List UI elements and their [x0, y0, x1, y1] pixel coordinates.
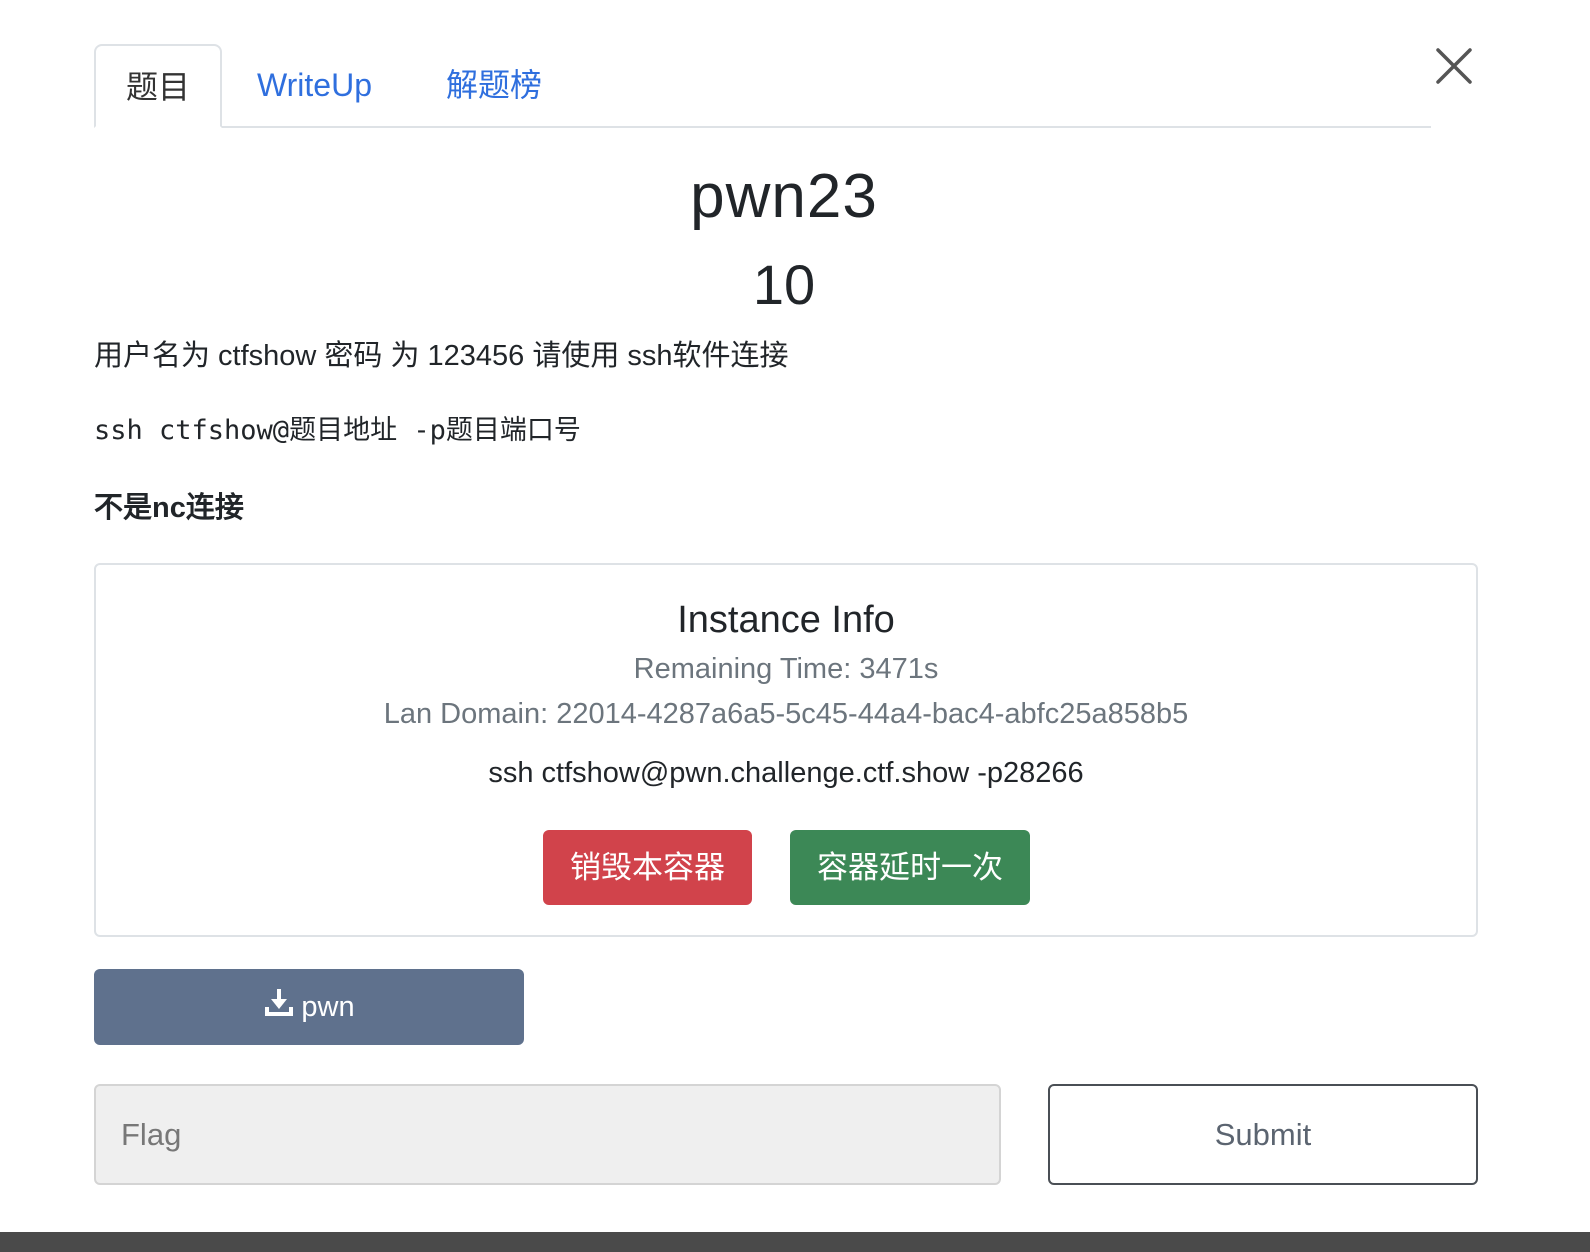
tab-writeup[interactable]: WriteUp [257, 44, 372, 126]
challenge-modal: 题目 WriteUp 解题榜 pwn23 10 用户名为 ctfshow 密码 … [0, 0, 1568, 1232]
challenge-name: pwn23 [690, 162, 878, 231]
ssh-command: ssh ctfshow@pwn.challenge.ctf.show -p282… [488, 757, 1084, 789]
submit-button[interactable]: Submit [1048, 1084, 1478, 1185]
download-icon [263, 987, 301, 1027]
lan-domain: Lan Domain: 22014-4287a6a5-5c45-44a4-bac… [383, 698, 1189, 730]
tab-solves[interactable]: 解题榜 [446, 44, 542, 126]
destroy-container-button[interactable]: 销毁本容器 [543, 830, 752, 905]
instance-title: Instance Info [677, 599, 895, 641]
tab-bar: 题目 WriteUp 解题榜 [94, 44, 1431, 128]
download-label: pwn [301, 990, 355, 1023]
download-file-button[interactable]: pwn [94, 969, 524, 1045]
window-bottom-edge [0, 1232, 1590, 1252]
description-note: 不是nc连接 [94, 492, 244, 524]
challenge-points: 10 [752, 253, 816, 316]
close-icon[interactable] [1434, 46, 1474, 86]
description-code: ssh ctfshow@题目地址 -p题目端口号 [94, 415, 581, 446]
extend-container-button[interactable]: 容器延时一次 [790, 830, 1030, 905]
instance-info-panel: Instance Info Remaining Time: 3471s Lan … [94, 563, 1478, 937]
flag-input[interactable] [94, 1084, 1001, 1185]
description-line: 用户名为 ctfshow 密码 为 123456 请使用 ssh软件连接 [94, 340, 789, 372]
remaining-time: Remaining Time: 3471s [633, 653, 939, 685]
tab-challenge[interactable]: 题目 [94, 44, 222, 128]
